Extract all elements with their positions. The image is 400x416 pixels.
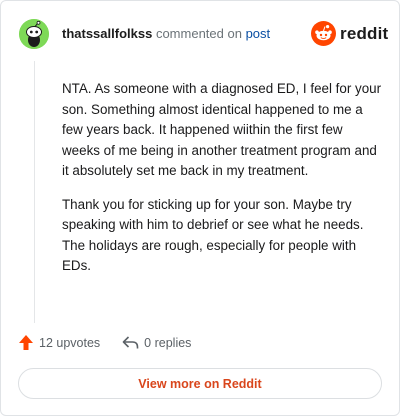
- upvote-arrow-icon: [19, 335, 33, 350]
- reddit-wordmark: reddit: [340, 23, 389, 43]
- reply-arrow-icon: [122, 336, 139, 349]
- username-link[interactable]: thatssallfolkss: [62, 26, 152, 41]
- comment-header: thatssallfolkss commented on post: [62, 26, 270, 42]
- comment-embed-card: thatssallfolkss commented on post reddit…: [0, 0, 400, 416]
- user-avatar[interactable]: [19, 19, 49, 49]
- comment-body: NTA. As someone with a diagnosed ED, I f…: [62, 79, 384, 290]
- comment-paragraph: NTA. As someone with a diagnosed ED, I f…: [62, 81, 382, 178]
- upvotes-count[interactable]: 12 upvotes: [18, 334, 100, 351]
- view-more-button[interactable]: View more on Reddit: [18, 368, 382, 399]
- snoo-avatar-icon: [19, 19, 49, 49]
- thread-line: [34, 61, 35, 323]
- reddit-logo-icon: [311, 21, 336, 46]
- reddit-brand-link[interactable]: reddit: [311, 21, 388, 46]
- commented-on-text: commented on: [155, 26, 242, 41]
- replies-count[interactable]: 0 replies: [122, 335, 191, 350]
- upvotes-label: 12 upvotes: [39, 335, 101, 350]
- post-link[interactable]: post: [246, 26, 271, 41]
- comment-paragraph: Thank you for sticking up for your son. …: [62, 196, 364, 274]
- replies-label: 0 replies: [144, 335, 192, 350]
- comment-actions: 12 upvotes 0 replies: [18, 334, 191, 351]
